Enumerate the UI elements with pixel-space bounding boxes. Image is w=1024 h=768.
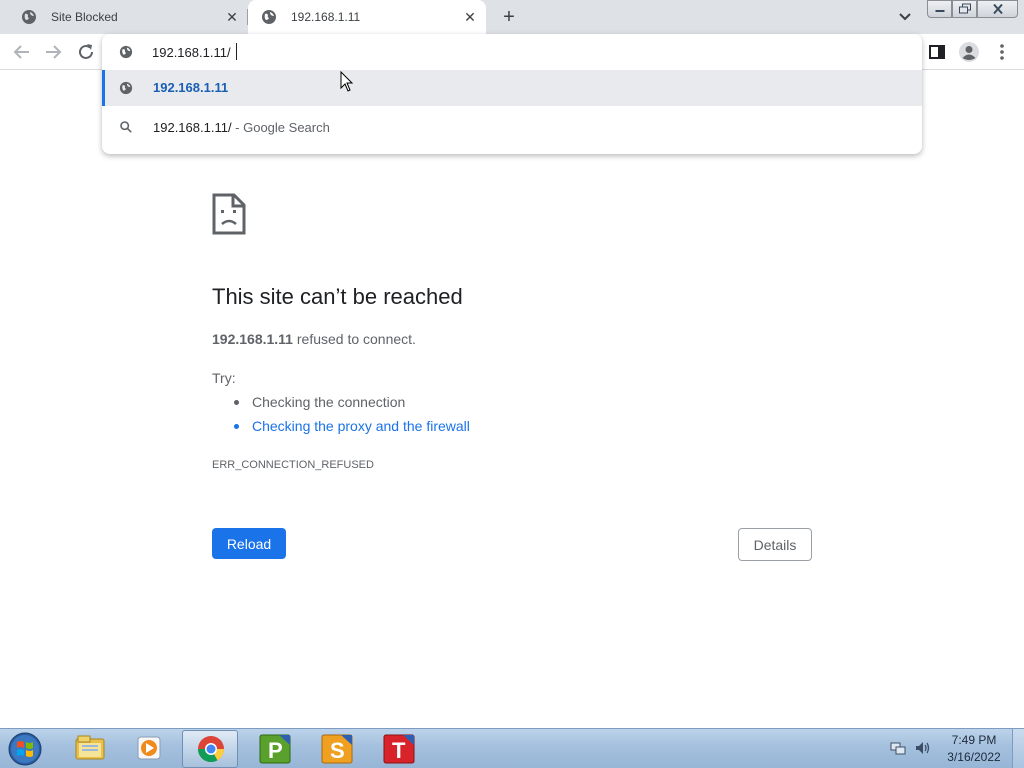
globe-icon	[119, 81, 133, 95]
omnibox-dropdown: 192.168.1.11 192.168.1.11/ - Google Sear…	[102, 34, 922, 154]
globe-icon	[22, 10, 36, 24]
details-button[interactable]: Details	[738, 528, 812, 561]
media-player-icon	[137, 736, 161, 760]
globe-icon[interactable]	[119, 45, 133, 59]
tab-strip: Site Blocked ✕ 192.168.1.11 ✕ +	[0, 0, 1024, 34]
suggestion-query: 192.168.1.11/	[153, 120, 232, 135]
svg-text:T: T	[392, 738, 406, 763]
suggestion-check-connection: Checking the connection	[234, 394, 470, 418]
volume-icon[interactable]	[914, 740, 932, 756]
omnibox-suggestion-search[interactable]: 192.168.1.11/ - Google Search	[102, 108, 922, 146]
globe-icon	[262, 10, 276, 24]
windows-taskbar: P S T	[0, 728, 1024, 768]
t-app-icon: T	[383, 734, 415, 764]
error-summary-text: refused to connect.	[292, 331, 416, 347]
suggestion-text: 192.168.1.11	[153, 80, 229, 95]
back-arrow-icon[interactable]	[11, 41, 33, 63]
error-host: 192.168.1.11	[212, 331, 293, 347]
sad-document-icon	[212, 193, 246, 235]
chrome-icon	[197, 736, 225, 763]
error-title: This site can’t be reached	[212, 284, 463, 309]
reload-icon[interactable]	[75, 41, 97, 63]
omnibox-suggestion-url[interactable]: 192.168.1.11	[102, 70, 922, 106]
clock-date[interactable]: 3/16/2022	[940, 750, 1008, 764]
side-panel-icon[interactable]	[926, 41, 948, 63]
tab-192-168-1-11[interactable]: 192.168.1.11 ✕	[248, 0, 486, 34]
text-caret	[236, 43, 237, 60]
show-desktop-button[interactable]	[1012, 729, 1024, 768]
reload-button[interactable]: Reload	[212, 528, 286, 559]
taskbar-t-app[interactable]: T	[371, 730, 427, 768]
p-app-icon: P	[259, 734, 291, 764]
explorer-icon	[75, 735, 105, 760]
s-app-icon: S	[321, 734, 353, 764]
windows-start-icon[interactable]	[5, 731, 45, 767]
error-summary: 192.168.1.11 refused to connect.	[212, 331, 416, 347]
omnibox-input-row	[102, 34, 922, 70]
tab-site-blocked[interactable]: Site Blocked ✕	[8, 0, 246, 34]
mouse-cursor-icon	[340, 71, 354, 92]
error-code: ERR_CONNECTION_REFUSED	[212, 459, 374, 471]
restore-button[interactable]	[952, 0, 977, 18]
tab-title: Site Blocked	[51, 10, 118, 24]
window-close-button[interactable]	[977, 0, 1018, 18]
close-tab-icon[interactable]: ✕	[461, 8, 479, 26]
more-menu-icon[interactable]	[991, 41, 1013, 63]
new-tab-button[interactable]: +	[498, 6, 520, 28]
taskbar-media-player[interactable]	[122, 730, 178, 768]
svg-text:P: P	[268, 738, 283, 763]
address-bar-input[interactable]	[152, 43, 752, 61]
minimize-button[interactable]	[927, 0, 952, 18]
suggestion-list: Checking the connection Checking the pro…	[234, 394, 470, 442]
taskbar-explorer[interactable]	[62, 730, 118, 768]
tab-search-chevron-icon[interactable]	[895, 8, 915, 26]
selection-accent	[102, 70, 105, 106]
search-icon	[120, 121, 132, 133]
taskbar-s-app[interactable]: S	[309, 730, 365, 768]
tab-title: 192.168.1.11	[291, 10, 361, 24]
close-tab-icon[interactable]: ✕	[223, 8, 241, 26]
taskbar-chrome[interactable]	[182, 730, 238, 768]
suggestion-description: - Google Search	[231, 120, 330, 135]
clock-time[interactable]: 7:49 PM	[940, 733, 1008, 747]
profile-avatar-icon[interactable]	[958, 41, 980, 63]
suggestion-check-proxy-link[interactable]: Checking the proxy and the firewall	[234, 418, 470, 442]
svg-text:S: S	[330, 738, 345, 763]
network-icon[interactable]	[890, 740, 906, 756]
try-label: Try:	[212, 370, 236, 386]
suggestion-text: 192.168.1.11/ - Google Search	[153, 120, 330, 135]
taskbar-p-app[interactable]: P	[247, 730, 303, 768]
forward-arrow-icon[interactable]	[42, 41, 64, 63]
